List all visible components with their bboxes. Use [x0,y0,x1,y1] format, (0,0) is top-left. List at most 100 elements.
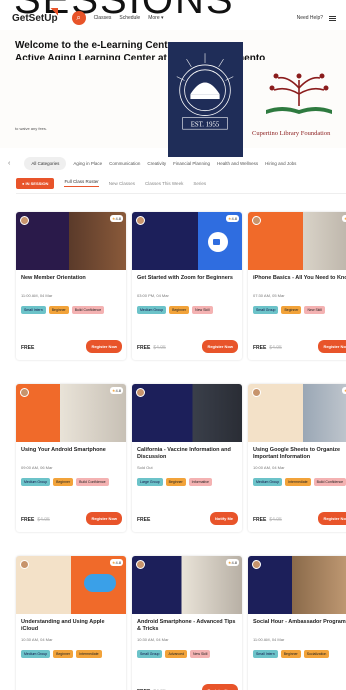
price-value: FREE [137,345,151,351]
class-date: 09:00 AM, 06 Mar [21,465,53,470]
rating-badge: ★4.8 [225,559,239,566]
class-card[interactable]: Social Hour - Ambassador Program 11:00 AM… [248,556,346,690]
class-title[interactable]: iPhone Basics - All You Need to Know [253,275,346,282]
class-tags: Medium Group Beginner New Skill [137,306,239,314]
library-logo: Cupertino Library Foundation [252,66,346,156]
category-creativity[interactable]: Creativity [147,161,166,166]
divider [16,193,346,194]
class-tag: Build Confidence [313,478,346,486]
class-title[interactable]: Using Your Android Smartphone [21,447,121,454]
tab-series[interactable]: Series [193,181,206,186]
category-communication[interactable]: Communication [109,161,140,166]
class-tag: Small Intern [253,650,278,658]
register-button[interactable]: Register Now [318,512,346,525]
host-avatar [136,216,145,225]
rating-badge: ★4.8 [109,387,123,394]
class-thumbnail: ★4.8 [132,556,242,614]
class-thumbnail [132,384,242,442]
class-card[interactable]: ★4.8 iPhone Basics - All You Need to Know… [248,212,346,360]
seal-graphic: EST. 1955 [169,43,242,156]
category-all[interactable]: All Categories [24,156,67,170]
class-tag: Build Confidence [71,306,105,314]
hero-title: Welcome to the e-Learning Center [15,40,178,51]
class-tag: Intermediate [285,478,311,486]
tab-this-week[interactable]: Classes This Week [145,181,183,186]
class-price: FREE [21,345,34,351]
host-avatar [136,388,145,397]
chevron-left-icon[interactable]: ‹ [8,160,10,167]
rating-value: 4.8 [115,216,121,221]
class-title[interactable]: Understanding and Using Apple iCloud [21,619,121,633]
class-card[interactable]: ★4.8 Android Smartphone - Advanced Tips &… [132,556,242,690]
category-jobs[interactable]: Hiring and Jobs [265,161,296,166]
class-tag: Beginner [169,306,190,314]
class-card[interactable]: ★4.8 Using Your Android Smartphone 09:00 A… [16,384,126,532]
class-date: 03:00 PM, 04 Mar [137,293,169,298]
tab-full-roster[interactable]: Full Class Roster [64,179,99,187]
class-title[interactable]: California - Vaccine Information and Dis… [137,447,237,461]
rating-value: 4.8 [231,216,237,221]
class-card[interactable]: ★4.8 Get Started with Zoom for Beginners 0… [132,212,242,360]
top-nav: GetSetUp ⌕ Classes Schedule More ▾ Need … [0,6,346,30]
class-thumbnail: ★4.8 [132,212,242,270]
nav-more[interactable]: More ▾ [148,15,163,21]
live-badge[interactable]: ● IN SESSION [16,177,55,189]
class-title[interactable]: Get Started with Zoom for Beginners [137,275,237,282]
host-avatar [20,216,29,225]
cloud-icon [84,574,116,592]
filter-bar: ● IN SESSION Full Class Roster New Class… [0,176,346,190]
register-button[interactable]: Register Now [318,340,346,353]
class-thumbnail: ★4.8 [16,556,126,614]
category-financial[interactable]: Financial Planning [173,161,210,166]
original-price: $4.95 [269,345,282,351]
class-title[interactable]: Using Google Sheets to Organize Importan… [253,447,346,461]
class-price: FREE$4.95 [137,345,166,351]
rating-badge: ★4.8 [341,387,346,394]
class-tag: Small Group [253,306,279,314]
class-date: 10:30 AM, 04 Mar [137,637,169,642]
category-aging[interactable]: Aging in Place [73,161,102,166]
logo[interactable]: GetSetUp [12,7,58,24]
class-thumbnail: ★4.8 [16,384,126,442]
class-thumbnail [248,556,346,614]
class-price: FREE$4.95 [21,517,50,523]
menu-icon[interactable] [329,15,336,21]
class-title[interactable]: Android Smartphone - Advanced Tips & Tri… [137,619,237,633]
nav-more-label: More [148,15,160,21]
class-date: 11:00 AM, 04 Mar [253,637,285,642]
class-tags: Large Group Beginner Informative [137,478,239,486]
register-button[interactable]: Register Now [86,512,122,525]
category-health[interactable]: Health and Wellness [217,161,258,166]
notify-button[interactable]: Notify Me [210,512,238,525]
class-tag: Beginner [48,306,69,314]
class-card[interactable]: ★4.8 Using Google Sheets to Organize Impo… [248,384,346,532]
class-tag: Large Group [137,478,163,486]
register-button[interactable]: Register Now [202,684,238,690]
rating-badge: ★4.8 [109,215,123,222]
library-tree-icon [266,73,332,114]
class-tags: Medium Group Intermediate Build Confidence [253,478,346,486]
nav-schedule[interactable]: Schedule [119,15,140,21]
class-tags: Small Group Beginner New Skill [253,306,346,314]
class-thumbnail: ★4.8 [248,212,346,270]
class-title[interactable]: Social Hour - Ambassador Program [253,619,346,626]
class-tag: Build Confidence [76,478,109,486]
tab-new-classes[interactable]: New Classes [109,181,135,186]
class-title[interactable]: New Member Orientation [21,275,121,282]
class-card[interactable]: ★4.8 New Member Orientation 11:00 AM, 04 M… [16,212,126,360]
live-label: IN SESSION [25,180,49,186]
video-camera-icon [208,232,228,252]
class-tags: Medium Group Beginner Build Confidence [21,478,123,486]
search-button[interactable]: ⌕ [71,11,86,25]
register-button[interactable]: Register Now [202,340,238,353]
host-avatar [20,560,29,569]
class-card[interactable]: ★4.8 Understanding and Using Apple iCloud… [16,556,126,690]
class-date: Sold Out [137,465,153,470]
host-avatar [136,560,145,569]
class-tag: Socialization [303,650,330,658]
rating-value: 4.8 [115,388,121,393]
register-button[interactable]: Register Now [86,340,122,353]
help-link[interactable]: Need Help? [297,15,323,21]
class-card[interactable]: California - Vaccine Information and Dis… [132,384,242,532]
nav-classes[interactable]: Classes [94,15,112,21]
